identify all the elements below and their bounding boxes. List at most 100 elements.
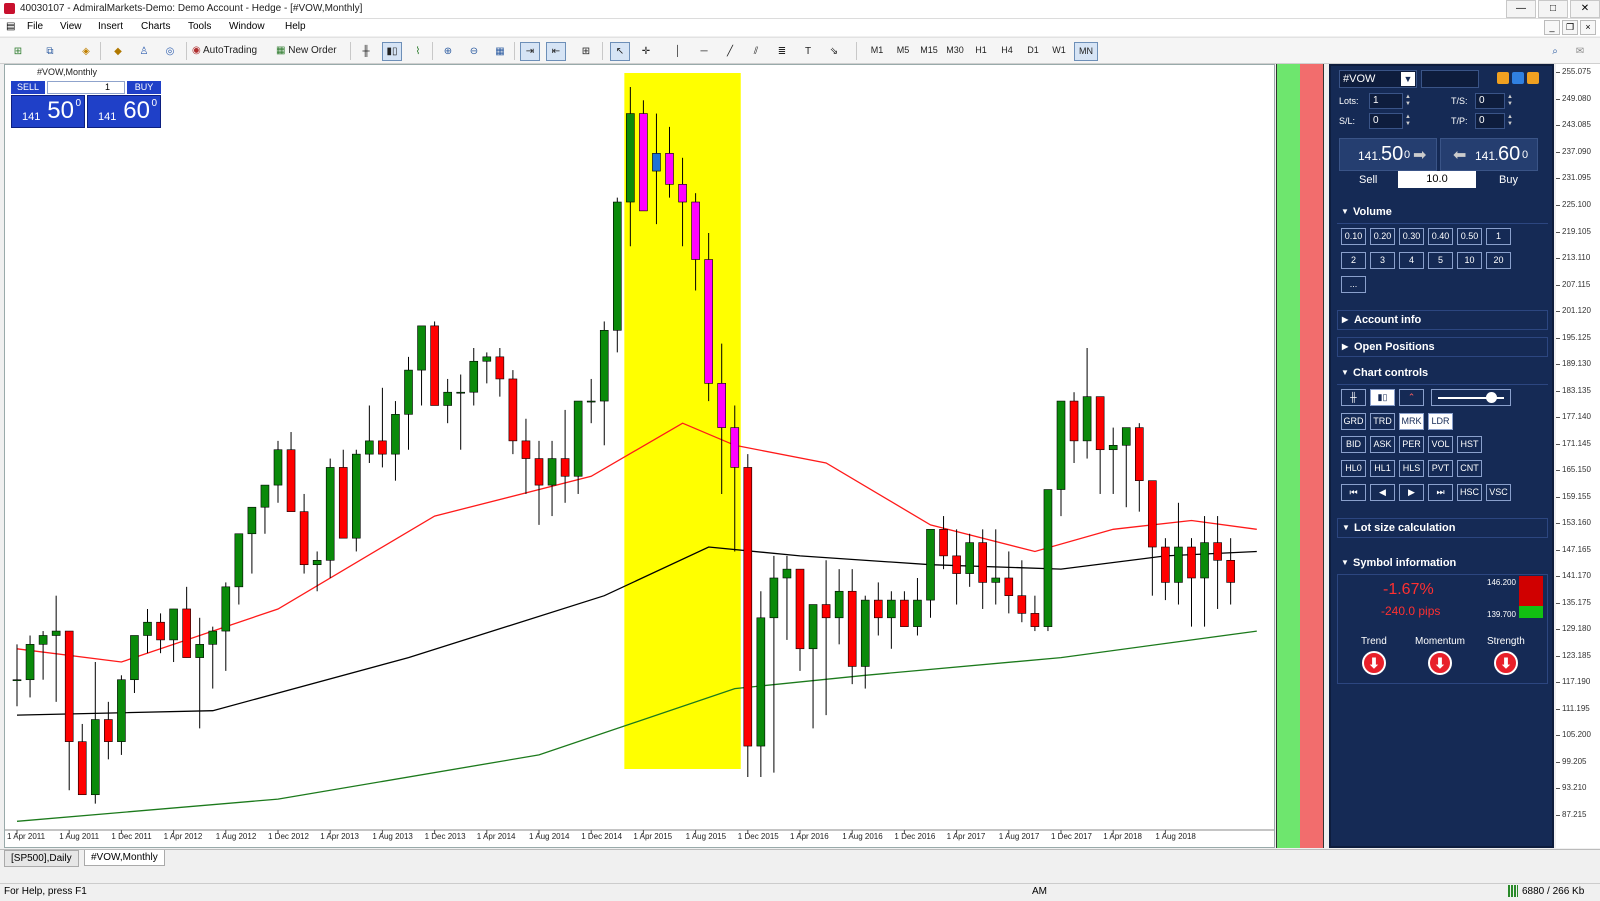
price-chart[interactable]: 1 Apr 2011 1 Aug 2011 1 Dec 2011 1 Apr 2012…: [5, 65, 1274, 847]
open-positions-section-header[interactable]: ▶ Open Positions: [1337, 337, 1548, 357]
volume-button[interactable]: 3: [1370, 252, 1395, 269]
volume-button[interactable]: 0.10: [1341, 228, 1366, 245]
control-pvt[interactable]: PVT: [1428, 460, 1453, 477]
tab-sp500-daily[interactable]: [SP500],Daily: [4, 850, 79, 867]
ts-spinner-icon[interactable]: ▲ ▼: [1507, 94, 1513, 108]
next-bar-icon[interactable]: ▶: [1399, 484, 1424, 501]
auto-scroll-icon[interactable]: ⇥: [520, 42, 540, 61]
menu-view[interactable]: View: [60, 21, 82, 32]
one-click-buy-button[interactable]: 141 60 0: [87, 95, 161, 128]
market-watch-icon[interactable]: ◈: [76, 42, 96, 61]
chart-menu-icon[interactable]: ▤: [6, 21, 15, 32]
control-cnt[interactable]: CNT: [1457, 460, 1482, 477]
volume-button[interactable]: 0.30: [1399, 228, 1424, 245]
slider-handle[interactable]: [1486, 392, 1497, 403]
one-click-sell-button[interactable]: 141 50 0: [11, 95, 85, 128]
volume-button[interactable]: 20: [1486, 252, 1511, 269]
line-mode-icon[interactable]: ⌃: [1399, 389, 1424, 406]
sl-spinner-icon[interactable]: ▲ ▼: [1405, 114, 1411, 128]
volume-section-header[interactable]: ▼ Volume: [1337, 203, 1548, 223]
timeframe-h1[interactable]: H1: [970, 42, 992, 59]
search-icon[interactable]: ⌕: [1545, 42, 1565, 61]
volume-button[interactable]: 0.50: [1457, 228, 1482, 245]
control-hl1[interactable]: HL1: [1370, 460, 1395, 477]
panel-sell-label[interactable]: Sell: [1359, 174, 1377, 186]
timeframe-mn[interactable]: MN: [1074, 42, 1098, 61]
chart-window[interactable]: 1 Apr 2011 1 Aug 2011 1 Dec 2011 1 Apr 2012…: [4, 64, 1275, 848]
timeframe-m5[interactable]: M5: [892, 42, 914, 59]
lot-size-section-header[interactable]: ▼ Lot size calculation: [1337, 518, 1548, 538]
tp-input[interactable]: 0: [1475, 113, 1505, 129]
volume-button[interactable]: 0.20: [1370, 228, 1395, 245]
menu-window[interactable]: Window: [229, 21, 265, 32]
minimize-button[interactable]: —: [1506, 0, 1536, 18]
control-bid[interactable]: BID: [1341, 436, 1366, 453]
volume-button[interactable]: 2: [1341, 252, 1366, 269]
symbol-select[interactable]: #VOW ▼: [1339, 70, 1417, 88]
info-icon[interactable]: [1512, 72, 1524, 84]
candle-mode-icon[interactable]: ▮▯: [1370, 389, 1395, 406]
zoom-slider[interactable]: [1431, 389, 1511, 406]
prev-bar-icon[interactable]: ◀: [1370, 484, 1395, 501]
maximize-button[interactable]: □: [1538, 0, 1568, 18]
arrows-icon[interactable]: ⇘: [824, 42, 844, 61]
one-click-buy-label[interactable]: BUY: [127, 81, 161, 94]
lots-spinner-icon[interactable]: ▲ ▼: [1405, 94, 1411, 108]
crosshair-icon[interactable]: ✛: [636, 42, 656, 61]
tester-icon[interactable]: ◎: [160, 42, 180, 61]
volume-button[interactable]: 1: [1486, 228, 1511, 245]
control-trd[interactable]: TRD: [1370, 413, 1395, 430]
tp-spinner-icon[interactable]: ▲ ▼: [1507, 114, 1513, 128]
mdi-minimize-button[interactable]: _: [1544, 20, 1560, 35]
one-click-lot-input[interactable]: 1: [47, 81, 125, 94]
channel-icon[interactable]: ⫽: [746, 42, 766, 61]
bar-chart-icon[interactable]: ╫: [356, 42, 376, 61]
menu-tools[interactable]: Tools: [188, 21, 211, 32]
terminal-icon[interactable]: ♙: [134, 42, 154, 61]
control-hl0[interactable]: HL0: [1341, 460, 1366, 477]
fibonacci-icon[interactable]: ≣: [772, 42, 792, 61]
mdi-close-button[interactable]: ×: [1580, 20, 1596, 35]
line-chart-icon[interactable]: ⌇: [408, 42, 428, 61]
volume-more-button[interactable]: ...: [1341, 276, 1366, 293]
panel-buy-price-button[interactable]: ⬅ 141. 60 0: [1440, 138, 1538, 171]
lots-input[interactable]: 1: [1369, 93, 1403, 109]
text-icon[interactable]: T: [798, 42, 818, 61]
new-order-button[interactable]: ▦ New Order: [276, 42, 344, 59]
control-per[interactable]: PER: [1399, 436, 1424, 453]
volume-button[interactable]: 0.40: [1428, 228, 1453, 245]
volume-button[interactable]: 10: [1457, 252, 1482, 269]
last-bar-icon[interactable]: ⏭: [1428, 484, 1453, 501]
timeframe-w1[interactable]: W1: [1048, 42, 1070, 59]
indicators-icon[interactable]: ⊞: [576, 42, 596, 61]
control-mrk[interactable]: MRK: [1399, 413, 1424, 430]
horizontal-line-icon[interactable]: ─: [694, 42, 714, 61]
timeframe-m15[interactable]: M15: [918, 42, 940, 59]
timeframe-h4[interactable]: H4: [996, 42, 1018, 59]
control-hsc[interactable]: HSC: [1457, 484, 1482, 501]
menu-file[interactable]: File: [27, 21, 43, 32]
cursor-icon[interactable]: ↖: [610, 42, 630, 61]
zoom-out-icon[interactable]: ⊖: [464, 42, 484, 61]
tab-vow-monthly[interactable]: #VOW,Monthly: [84, 850, 165, 866]
profiles-icon[interactable]: ⧉: [40, 42, 60, 61]
control-hls[interactable]: HLS: [1399, 460, 1424, 477]
timeframe-m1[interactable]: M1: [866, 42, 888, 59]
control-ldr[interactable]: LDR: [1428, 413, 1453, 430]
chevron-down-icon[interactable]: ▼: [1401, 72, 1415, 86]
panel-sell-price-button[interactable]: 141. 50 0 ➡: [1339, 138, 1437, 171]
control-vsc[interactable]: VSC: [1486, 484, 1511, 501]
menu-help[interactable]: Help: [285, 21, 306, 32]
close-button[interactable]: ✕: [1570, 0, 1600, 18]
menu-insert[interactable]: Insert: [98, 21, 123, 32]
symbol-info-section-header[interactable]: ▼ Symbol information: [1337, 554, 1548, 574]
trendline-icon[interactable]: ╱: [720, 42, 740, 61]
tile-windows-icon[interactable]: ▦: [490, 42, 510, 61]
layout-icon[interactable]: [1527, 72, 1539, 84]
settings-icon[interactable]: [1497, 72, 1509, 84]
control-vol[interactable]: VOL: [1428, 436, 1453, 453]
zoom-in-icon[interactable]: ⊕: [438, 42, 458, 61]
candlestick-chart-icon[interactable]: ▮▯: [382, 42, 402, 61]
control-hst[interactable]: HST: [1457, 436, 1482, 453]
one-click-sell-label[interactable]: SELL: [11, 81, 45, 94]
